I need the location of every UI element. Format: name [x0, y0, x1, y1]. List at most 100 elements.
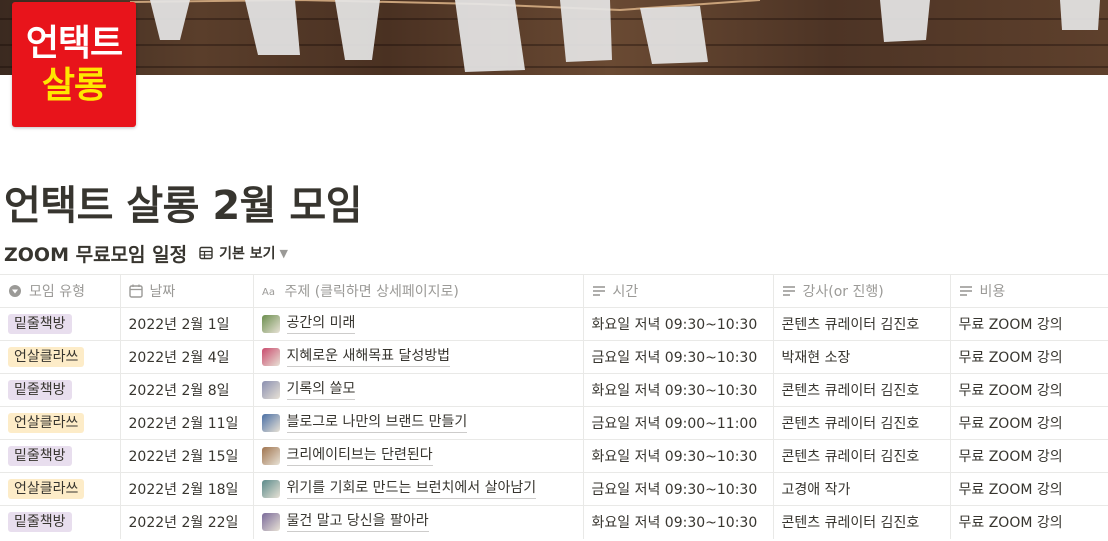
- topic-link[interactable]: 블로그로 나만의 브랜드 만들기: [286, 413, 468, 433]
- topic-link[interactable]: 지혜로운 새해목표 달성방법: [286, 347, 450, 367]
- instructor-cell[interactable]: 콘텐츠 큐레이터 김진호: [773, 505, 951, 539]
- column-header-topic[interactable]: Aa 주제 (클릭하면 상세페이지로): [253, 274, 584, 308]
- topic-link[interactable]: 물건 말고 당신을 팔아라: [286, 512, 429, 533]
- text-lines-icon: [592, 286, 605, 296]
- time-cell[interactable]: 금요일 저녁 09:00~11:00: [583, 406, 774, 440]
- topic-cell[interactable]: 위기를 기회로 만드는 브런치에서 살아남기: [253, 472, 584, 506]
- date-cell[interactable]: 2022년 2월 1일: [120, 307, 254, 341]
- date-value: 2022년 2월 18일: [128, 482, 239, 498]
- topic-link[interactable]: 크리에이티브는 단련된다: [286, 446, 433, 466]
- date-value: 2022년 2월 15일: [128, 449, 239, 465]
- table-row[interactable]: 언살클라쓰 2022년 2월 11일 블로그로 나만의 브랜드 만들기 금요일 …: [0, 406, 1108, 440]
- cost-value: 무료 ZOOM 강의: [958, 416, 1063, 432]
- table-row[interactable]: 밑줄책방 2022년 2월 22일 물건 말고 당신을 팔아라 화요일 저녁 0…: [0, 505, 1108, 539]
- cost-cell[interactable]: 무료 ZOOM 강의: [950, 307, 1108, 341]
- type-cell[interactable]: 언살클라쓰: [0, 340, 121, 374]
- topic-cell[interactable]: 공간의 미래: [253, 307, 584, 341]
- table-row[interactable]: 언살클라쓰 2022년 2월 4일 지혜로운 새해목표 달성방법 금요일 저녁 …: [0, 340, 1108, 374]
- page-title[interactable]: 언택트 살롱 2월 모임: [4, 173, 363, 231]
- date-cell[interactable]: 2022년 2월 18일: [120, 472, 254, 506]
- topic-cell[interactable]: 물건 말고 당신을 팔아라: [253, 505, 584, 539]
- page-emoji-icon: [261, 414, 280, 432]
- column-header-cost[interactable]: 비용: [950, 274, 1108, 308]
- type-tag: 언살클라쓰: [8, 479, 85, 499]
- type-cell[interactable]: 밑줄책방: [0, 505, 121, 539]
- instructor-cell[interactable]: 콘텐츠 큐레이터 김진호: [773, 373, 951, 407]
- table-header-row: 모임 유형 날짜 Aa 주제 (클릭하면 상세페이지로) 시간 강사(or 진행…: [0, 274, 1108, 308]
- topic-link[interactable]: 위기를 기회로 만드는 브런치에서 살아남기: [286, 479, 537, 499]
- time-cell[interactable]: 화요일 저녁 09:30~10:30: [583, 505, 774, 539]
- table-row[interactable]: 밑줄책방 2022년 2월 15일 크리에이티브는 단련된다 화요일 저녁 09…: [0, 439, 1108, 473]
- column-header-label: 주제 (클릭하면 상세페이지로): [284, 284, 459, 300]
- type-cell[interactable]: 언살클라쓰: [0, 472, 121, 506]
- topic-cell[interactable]: 크리에이티브는 단련된다: [253, 439, 584, 473]
- date-cell[interactable]: 2022년 2월 22일: [120, 505, 254, 539]
- topic-link[interactable]: 공간의 미래: [286, 314, 356, 334]
- table-row[interactable]: 밑줄책방 2022년 2월 8일 기록의 쓸모 화요일 저녁 09:30~10:…: [0, 373, 1108, 407]
- instructor-cell[interactable]: 고경애 작가: [773, 472, 951, 506]
- topic-cell[interactable]: 지혜로운 새해목표 달성방법: [253, 340, 584, 374]
- view-switcher[interactable]: 기본 보기 ▼: [199, 243, 288, 263]
- page-icon-logo[interactable]: 언택트 살롱: [12, 2, 136, 127]
- column-header-label: 비용: [979, 284, 1006, 300]
- time-cell[interactable]: 화요일 저녁 09:30~10:30: [583, 373, 774, 407]
- instructor-cell[interactable]: 콘텐츠 큐레이터 김진호: [773, 406, 951, 440]
- cost-cell[interactable]: 무료 ZOOM 강의: [950, 406, 1108, 440]
- date-value: 2022년 2월 1일: [128, 317, 230, 333]
- type-cell[interactable]: 언살클라쓰: [0, 406, 121, 440]
- column-header-time[interactable]: 시간: [583, 274, 774, 308]
- type-tag: 언살클라쓰: [8, 347, 85, 367]
- date-cell[interactable]: 2022년 2월 4일: [120, 340, 254, 374]
- type-cell[interactable]: 밑줄책방: [0, 439, 121, 473]
- cost-cell[interactable]: 무료 ZOOM 강의: [950, 373, 1108, 407]
- column-header-date[interactable]: 날짜: [120, 274, 254, 308]
- time-cell[interactable]: 금요일 저녁 09:30~10:30: [583, 340, 774, 374]
- table-row[interactable]: 밑줄책방 2022년 2월 1일 공간의 미래 화요일 저녁 09:30~10:…: [0, 307, 1108, 341]
- instructor-value: 콘텐츠 큐레이터 김진호: [781, 416, 920, 432]
- type-tag: 언살클라쓰: [8, 413, 85, 433]
- cover-banner-letters: [129, 0, 1100, 72]
- topic-link[interactable]: 기록의 쓸모: [286, 380, 356, 400]
- table-row[interactable]: 언살클라쓰 2022년 2월 18일 위기를 기회로 만드는 브런치에서 살아남…: [0, 472, 1108, 506]
- instructor-value: 콘텐츠 큐레이터 김진호: [781, 449, 920, 465]
- calendar-icon: [128, 284, 143, 298]
- type-tag: 밑줄책방: [8, 512, 72, 533]
- date-value: 2022년 2월 11일: [128, 416, 239, 432]
- cost-cell[interactable]: 무료 ZOOM 강의: [950, 340, 1108, 374]
- cost-cell[interactable]: 무료 ZOOM 강의: [950, 505, 1108, 539]
- column-header-type[interactable]: 모임 유형: [0, 274, 121, 308]
- topic-cell[interactable]: 블로그로 나만의 브랜드 만들기: [253, 406, 584, 440]
- column-header-label: 강사(or 진행): [802, 284, 884, 300]
- database-header: ZOOM 무료모임 일정 기본 보기 ▼: [4, 240, 288, 266]
- cost-value: 무료 ZOOM 강의: [958, 515, 1063, 532]
- instructor-value: 고경애 작가: [781, 482, 851, 498]
- instructor-cell[interactable]: 콘텐츠 큐레이터 김진호: [773, 307, 951, 341]
- type-cell[interactable]: 밑줄책방: [0, 373, 121, 407]
- instructor-cell[interactable]: 박재현 소장: [773, 340, 951, 374]
- date-value: 2022년 2월 8일: [128, 383, 230, 399]
- time-value: 금요일 저녁 09:00~11:00: [591, 416, 758, 432]
- instructor-cell[interactable]: 콘텐츠 큐레이터 김진호: [773, 439, 951, 473]
- time-cell[interactable]: 금요일 저녁 09:30~10:30: [583, 472, 774, 506]
- date-cell[interactable]: 2022년 2월 11일: [120, 406, 254, 440]
- time-value: 금요일 저녁 09:30~10:30: [591, 350, 758, 366]
- instructor-value: 박재현 소장: [781, 350, 851, 366]
- time-cell[interactable]: 화요일 저녁 09:30~10:30: [583, 307, 774, 341]
- column-header-label: 모임 유형: [29, 284, 85, 300]
- time-cell[interactable]: 화요일 저녁 09:30~10:30: [583, 439, 774, 473]
- date-cell[interactable]: 2022년 2월 8일: [120, 373, 254, 407]
- column-header-instructor[interactable]: 강사(or 진행): [773, 274, 951, 308]
- cost-cell[interactable]: 무료 ZOOM 강의: [950, 439, 1108, 473]
- text-aa-icon: Aa: [262, 287, 275, 298]
- type-cell[interactable]: 밑줄책방: [0, 307, 121, 341]
- column-header-label: 시간: [612, 284, 639, 300]
- date-cell[interactable]: 2022년 2월 15일: [120, 439, 254, 473]
- cost-cell[interactable]: 무료 ZOOM 강의: [950, 472, 1108, 506]
- time-value: 화요일 저녁 09:30~10:30: [591, 515, 758, 532]
- svg-text:Aa: Aa: [262, 287, 275, 298]
- topic-cell[interactable]: 기록의 쓸모: [253, 373, 584, 407]
- text-lines-icon: [959, 286, 972, 296]
- database-title[interactable]: ZOOM 무료모임 일정: [4, 240, 187, 267]
- page-emoji-icon: [261, 381, 280, 399]
- instructor-value: 콘텐츠 큐레이터 김진호: [781, 383, 920, 399]
